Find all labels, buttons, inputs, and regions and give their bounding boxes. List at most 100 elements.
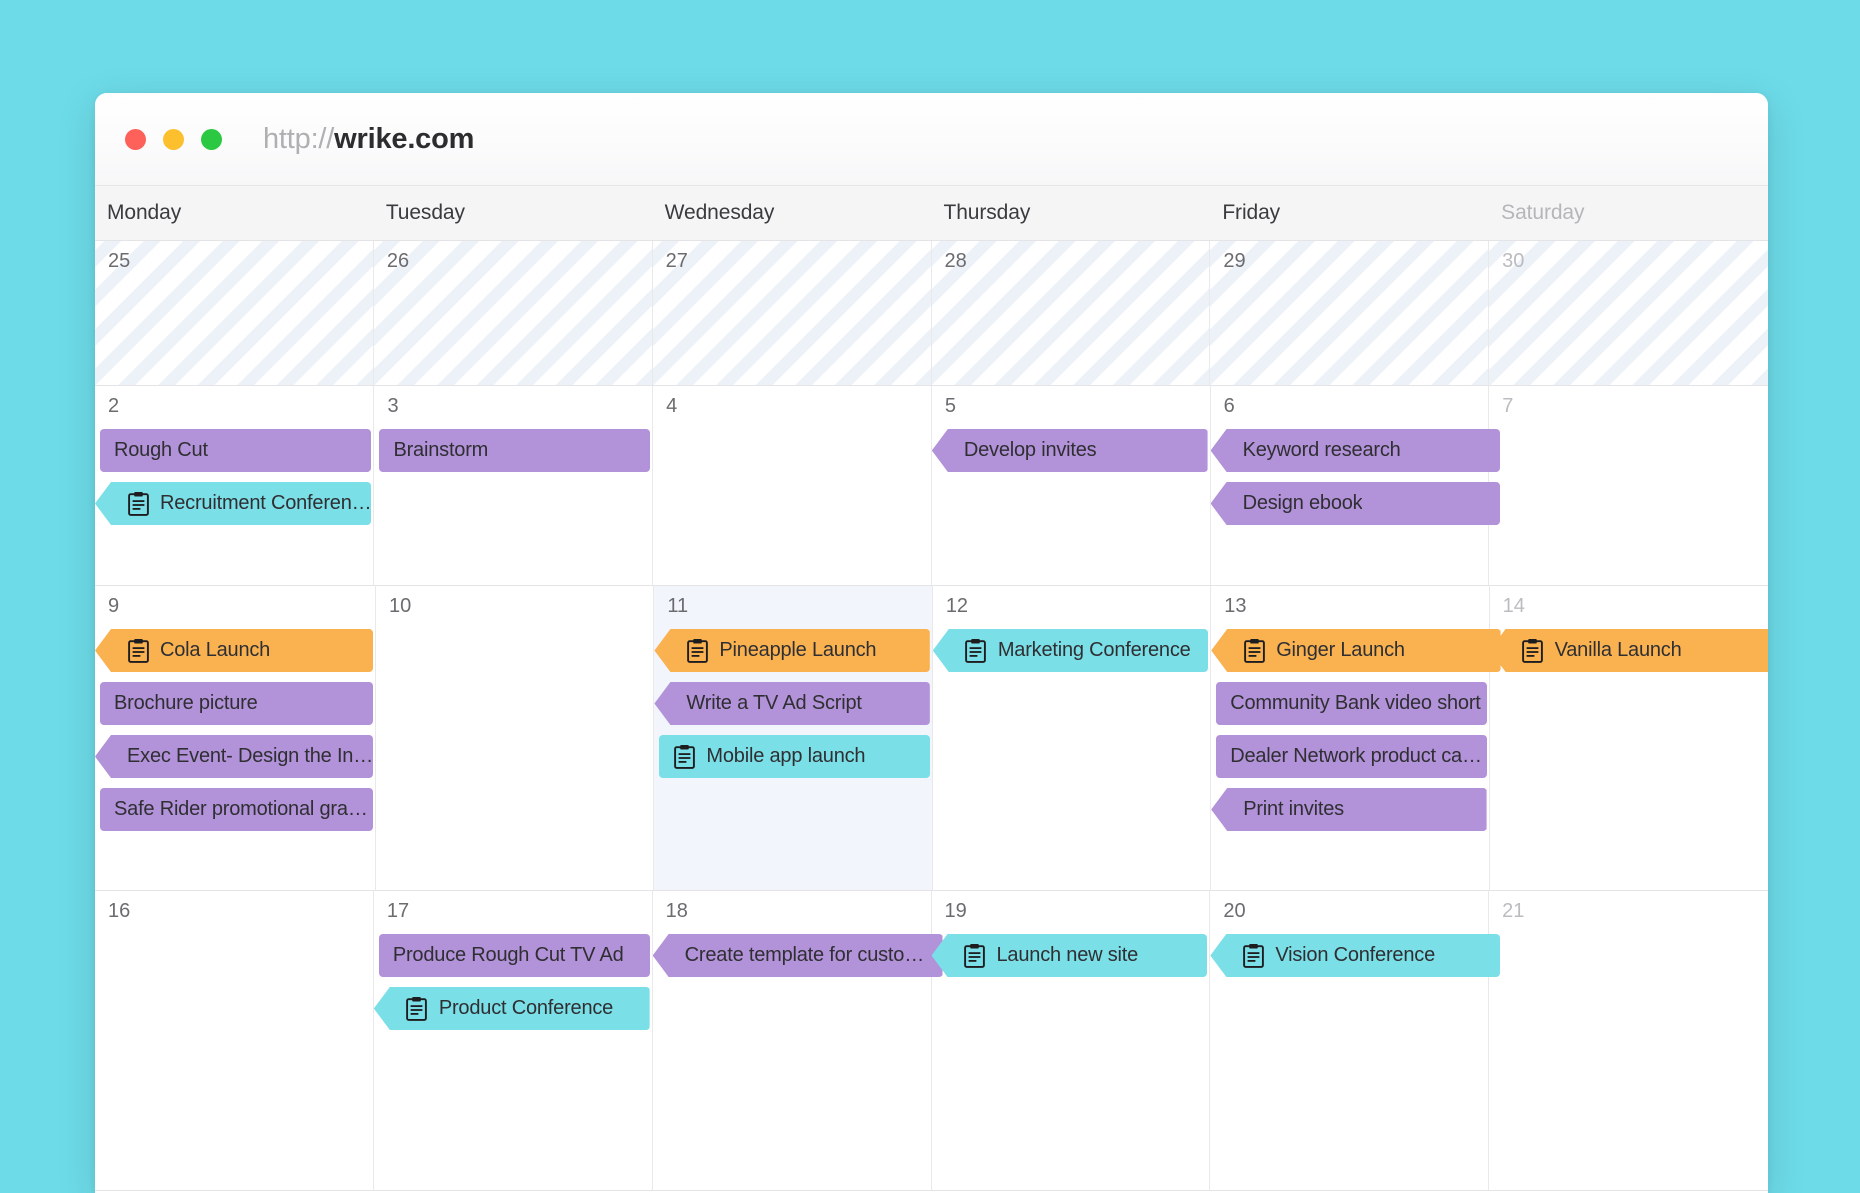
calendar-day-cell-13[interactable]: 13 Ginger LaunchCommunity Bank video shor… [1211, 586, 1489, 891]
minimize-window-button[interactable] [163, 129, 184, 150]
calendar-day-cell-17[interactable]: 17 Produce Rough Cut TV Ad Product Confere… [374, 891, 653, 1191]
calendar-day-cell-20[interactable]: 20Vision Conference [1210, 891, 1489, 1191]
calendar-day-cell-11[interactable]: 11Pineapple LaunchWrite a TV Ad ScriptMo… [654, 586, 932, 891]
calendar-day-cell-5[interactable]: 5Develop invites [932, 386, 1211, 586]
task-chip-label: Mobile app launch [706, 745, 865, 768]
calendar-day-cell-12[interactable]: 12Marketing Conference [933, 586, 1211, 891]
day-number: 29 [1210, 251, 1488, 271]
day-number: 20 [1210, 901, 1488, 921]
day-number: 13 [1211, 596, 1488, 616]
close-window-button[interactable] [125, 129, 146, 150]
window-controls [125, 129, 222, 150]
task-chip-label: Design ebook [1243, 492, 1363, 515]
calendar-day-cell-9[interactable]: 9 Cola Launch Brochure picture Exec Event- … [95, 586, 376, 891]
task-chip-label: Create template for custo… [685, 944, 924, 967]
calendar-day-cell-16[interactable]: 16 [95, 891, 374, 1191]
task-chip[interactable]: Develop invites [932, 429, 1208, 472]
calendar-grid: MondayTuesdayWednesdayThursdayFridaySatu… [95, 186, 1768, 1191]
task-chip-label: Write a TV Ad Script [686, 692, 861, 715]
task-chip-label: Dealer Network product ca… [1230, 745, 1482, 768]
task-chip[interactable]: Safe Rider promotional gra… [100, 788, 373, 831]
day-number: 19 [932, 901, 1210, 921]
task-chip[interactable]: Mobile app launch [659, 735, 929, 778]
task-chip-label: Exec Event- Design the In… [127, 745, 373, 768]
calendar-day-cell-2[interactable]: 2Rough CutRecruitment Conferen… [95, 386, 374, 586]
weekday-header-friday: Friday [1210, 186, 1489, 240]
weekday-header-monday: Monday [95, 186, 374, 240]
task-chip-label: Develop invites [964, 439, 1097, 462]
task-chip-label: Keyword research [1243, 439, 1401, 462]
maximize-window-button[interactable] [201, 129, 222, 150]
task-chip[interactable]: Pineapple Launch [654, 629, 929, 672]
day-number: 14 [1490, 596, 1768, 616]
task-chip[interactable]: Launch new site [932, 934, 1208, 977]
task-chip-label: Recruitment Conferen… [160, 492, 371, 515]
calendar-day-cell-14[interactable]: 14 Vanilla Launch [1490, 586, 1768, 891]
calendar-day-cell-28[interactable]: 28 [932, 241, 1211, 386]
day-number: 4 [653, 396, 931, 416]
calendar-day-cell-3[interactable]: 3Brainstorm [374, 386, 653, 586]
task-chip-label: Cola Launch [160, 639, 270, 662]
calendar-day-cell-7[interactable]: 7 [1489, 386, 1768, 586]
address-bar[interactable]: http://wrike.com [263, 123, 474, 156]
calendar-day-cell-21[interactable]: 21 [1489, 891, 1768, 1191]
task-chip[interactable]: Create template for custo… [653, 934, 943, 977]
task-chip[interactable]: Rough Cut [100, 429, 371, 472]
calendar-day-cell-25[interactable]: 25 [95, 241, 374, 386]
task-chip[interactable]: Vanilla Launch [1490, 629, 1768, 672]
task-chip[interactable]: Community Bank video short [1216, 682, 1486, 725]
task-chip[interactable]: Brochure picture [100, 682, 373, 725]
calendar-day-cell-6[interactable]: 6Keyword researchDesign ebook [1211, 386, 1490, 586]
calendar-day-cell-29[interactable]: 29 [1210, 241, 1489, 386]
task-chip[interactable]: Produce Rough Cut TV Ad [379, 934, 650, 977]
clipboard-icon [673, 744, 695, 770]
task-chip[interactable]: Vision Conference [1210, 934, 1500, 977]
task-chip[interactable]: Ginger Launch [1211, 629, 1500, 672]
task-chip[interactable]: Cola Launch [95, 629, 373, 672]
calendar-day-cell-27[interactable]: 27 [653, 241, 932, 386]
task-list: Produce Rough Cut TV Ad Product Conferenc… [374, 934, 652, 1030]
calendar-day-cell-4[interactable]: 4 [653, 386, 932, 586]
task-chip[interactable]: Brainstorm [379, 429, 650, 472]
task-chip[interactable]: Write a TV Ad Script [654, 682, 929, 725]
day-number: 25 [95, 251, 373, 271]
task-chip[interactable]: Dealer Network product ca… [1216, 735, 1486, 778]
task-list: Ginger LaunchCommunity Bank video shortD… [1211, 629, 1488, 831]
day-number: 9 [95, 596, 375, 616]
day-number: 18 [653, 901, 931, 921]
calendar-day-cell-18[interactable]: 18 Create template for custo… [653, 891, 932, 1191]
day-number: 26 [374, 251, 652, 271]
task-chip[interactable]: Marketing Conference [933, 629, 1208, 672]
task-list: Launch new site [932, 934, 1210, 977]
clipboard-icon [127, 638, 149, 664]
task-chip[interactable]: Recruitment Conferen… [95, 482, 371, 525]
task-chip-label: Vanilla Launch [1555, 639, 1682, 662]
task-chip[interactable]: Keyword research [1211, 429, 1501, 472]
day-number: 17 [374, 901, 652, 921]
day-number: 10 [376, 596, 653, 616]
clipboard-icon [127, 491, 149, 517]
task-chip-label: Community Bank video short [1230, 692, 1480, 715]
task-chip-label: Marketing Conference [998, 639, 1191, 662]
task-chip[interactable]: Design ebook [1211, 482, 1501, 525]
task-chip[interactable]: Exec Event- Design the In… [95, 735, 373, 778]
task-chip[interactable]: Print invites [1211, 788, 1486, 831]
browser-titlebar: http://wrike.com [95, 93, 1768, 186]
day-number: 30 [1489, 251, 1768, 271]
task-list: Cola Launch Brochure picture Exec Event- D… [95, 629, 375, 831]
task-chip-label: Launch new site [997, 944, 1139, 967]
task-chip-label: Brainstorm [393, 439, 488, 462]
calendar-day-cell-19[interactable]: 19 Launch new site [932, 891, 1211, 1191]
calendar-day-cell-10[interactable]: 10 [376, 586, 654, 891]
calendar-day-cell-30[interactable]: 30 [1489, 241, 1768, 386]
clipboard-icon [964, 943, 986, 969]
clipboard-icon [1243, 638, 1265, 664]
task-list: Marketing Conference [933, 629, 1210, 672]
url-host: wrike.com [334, 123, 474, 155]
calendar-day-cell-26[interactable]: 26 [374, 241, 653, 386]
day-number: 27 [653, 251, 931, 271]
clipboard-icon [1242, 943, 1264, 969]
weekday-header-tuesday: Tuesday [374, 186, 653, 240]
task-chip[interactable]: Product Conference [374, 987, 650, 1030]
clipboard-icon [965, 638, 987, 664]
